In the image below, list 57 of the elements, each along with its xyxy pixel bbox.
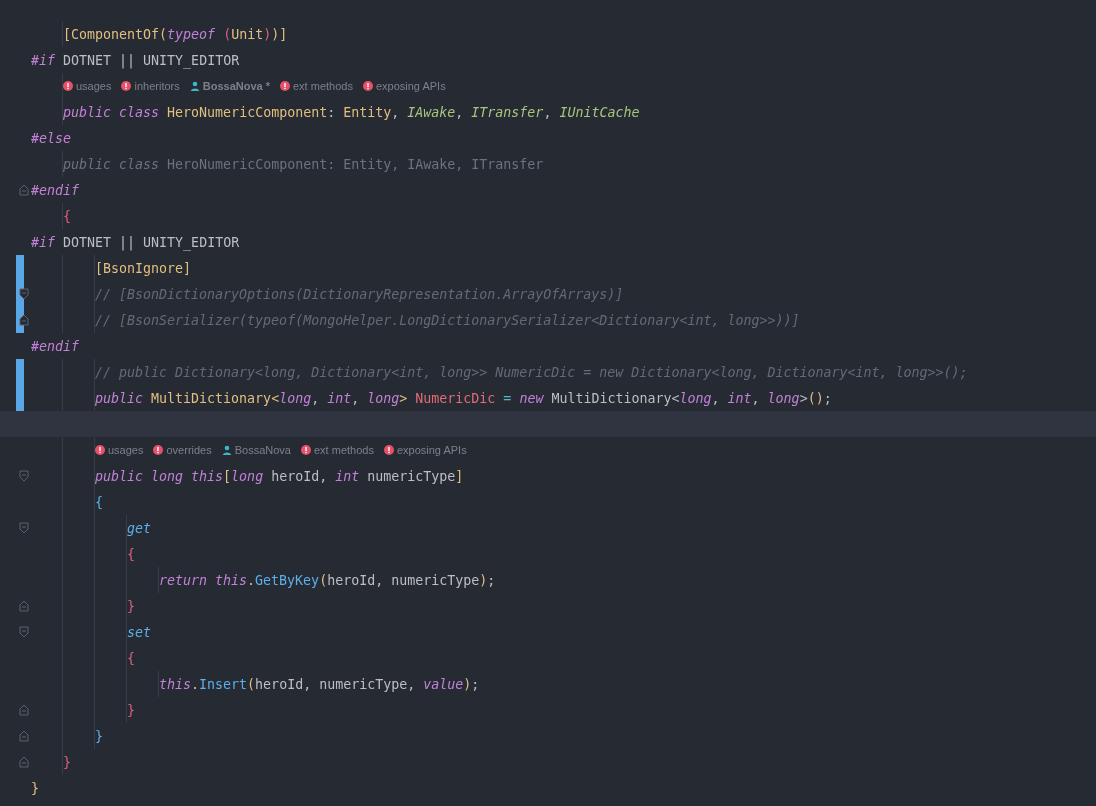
code-vision-hint[interactable]: overrides (166, 444, 212, 456)
code-vision-hint[interactable]: inheritors (134, 80, 180, 92)
code-line: { (95, 494, 103, 510)
error-icon (383, 445, 394, 455)
code-vision-hint[interactable]: ext methods (314, 444, 374, 456)
code-vision-hint[interactable]: exposing APIs (396, 444, 467, 456)
code-vision-hint[interactable]: BossaNova (234, 444, 291, 456)
code-line: public long this[long heroId, int numericType] (95, 468, 464, 484)
error-icon (121, 81, 132, 91)
error-icon (95, 445, 105, 455)
code-vision-hint[interactable]: exposing APIs (375, 80, 446, 92)
code-line: #else (31, 130, 72, 146)
error-icon (153, 445, 164, 455)
code-vision-hint[interactable]: usages (76, 80, 112, 92)
fold-icon[interactable] (19, 756, 29, 768)
code-line: [BsonIgnore] (95, 260, 192, 276)
code-line: #endif (31, 338, 80, 354)
fold-icon[interactable] (19, 470, 29, 482)
error-icon (63, 81, 73, 91)
code-line: get (127, 520, 152, 536)
fold-icon[interactable] (19, 704, 29, 716)
code-vision-hint[interactable]: BossaNova * (202, 80, 270, 92)
code-line: public class HeroNumericComponent: Entity, IAwake, ITransfer (63, 156, 544, 172)
code-line: } (127, 702, 135, 718)
code-line: public MultiDictionary<long, int, long> NumericDic = new MultiDictionary<long, int, long>(); (95, 390, 832, 406)
code-line: #if DOTNET || UNITY_EDITOR (31, 234, 240, 250)
error-icon (362, 81, 373, 91)
code-line: { (127, 650, 135, 666)
user-icon (189, 81, 200, 91)
code-line: // [BsonDictionaryOptions(DictionaryRepresentation.ArrayOfArrays)] (95, 286, 624, 302)
code-line: return this.GetByKey(heroId, numericType); (159, 572, 496, 588)
code-vision-hint[interactable]: usages (108, 444, 144, 456)
code-line: { (63, 208, 71, 224)
code-line: this.Insert(heroId, numericType, value); (159, 676, 480, 692)
code-line: // public Dictionary<long, Dictionary<int, long>> NumericDic = new Dictionary<long, Dictionary<int, long>>(); (95, 364, 968, 380)
code-line: } (95, 728, 103, 744)
error-icon (280, 81, 290, 91)
fold-icon[interactable] (19, 314, 29, 326)
fold-icon[interactable] (19, 288, 29, 300)
user-icon (221, 445, 232, 455)
fold-icon[interactable] (19, 730, 29, 742)
code-line: set (127, 624, 152, 640)
code-line: // [BsonSerializer(typeof(MongoHelper.LongDictionarySerializer<Dictionary<int, long>>))] (95, 312, 800, 328)
code-line: #endif (31, 182, 80, 198)
code-line: [ComponentOf(typeof (Unit))] (63, 26, 288, 42)
code-line: } (31, 780, 39, 796)
code-line: } (63, 754, 71, 770)
code-line: #if DOTNET || UNITY_EDITOR (31, 52, 240, 68)
fold-icon[interactable] (19, 600, 29, 612)
code-vision-hint[interactable]: ext methods (293, 80, 353, 92)
fold-icon[interactable] (19, 184, 29, 196)
fold-icon[interactable] (19, 522, 29, 534)
code-line: public class HeroNumericComponent: Entity, IAwake, ITransfer, IUnitCache (63, 104, 640, 120)
fold-icon[interactable] (19, 626, 29, 638)
error-icon (301, 445, 311, 455)
code-line: } (127, 598, 135, 614)
code-line: { (127, 546, 135, 562)
